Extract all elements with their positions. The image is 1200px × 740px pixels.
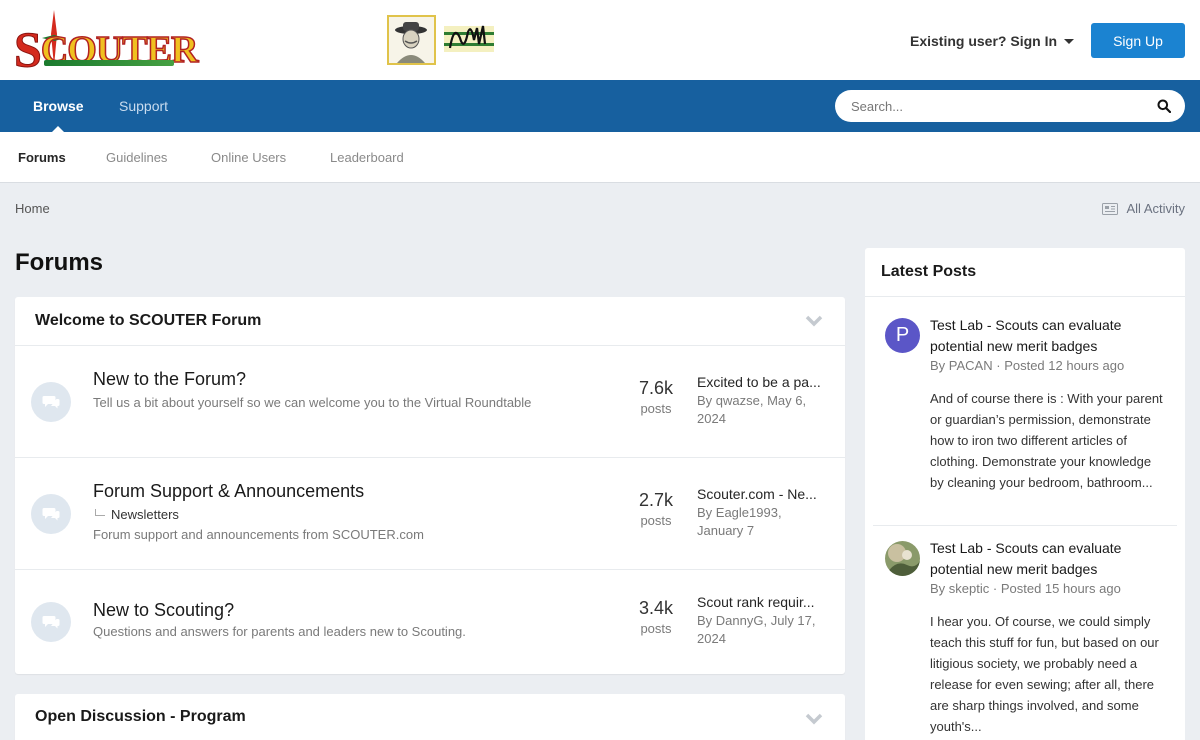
section-header: Open Discussion - Program (15, 694, 845, 740)
subforum-link[interactable]: Newsletters (95, 507, 179, 522)
forum-description: Forum support and announcements from SCO… (93, 527, 424, 542)
forum-description: Tell us a bit about yourself so we can w… (93, 395, 532, 410)
search-box (835, 90, 1185, 122)
forum-post-count: 2.7k posts (638, 490, 674, 528)
post-title[interactable]: Test Lab - Scouts can evaluate potential… (930, 538, 1165, 580)
caret-down-icon (1064, 38, 1075, 44)
site-header: SCOUTER Existing user? Sign In Sign Up (0, 0, 1200, 80)
sign-in-link[interactable]: Existing user? Sign In (910, 33, 1075, 49)
page-title: Forums (15, 249, 104, 276)
subnav-leaderboard[interactable]: Leaderboard (330, 150, 404, 165)
last-post-meta: By qwazse, May 6, 2024 (697, 393, 807, 426)
avatar[interactable]: P (885, 318, 920, 353)
search-icon[interactable] (1157, 99, 1171, 113)
last-post-link[interactable]: Scout rank requir... (697, 594, 833, 610)
forum-row: New to Scouting? Questions and answers f… (15, 570, 845, 674)
chat-bubble-icon (31, 382, 71, 422)
last-post-meta: By Eagle1993, January 7 (697, 505, 782, 538)
post-excerpt: And of course there is : With your paren… (930, 391, 1163, 490)
forum-section-welcome: Welcome to SCOUTER Forum New to the Foru… (15, 297, 845, 674)
sign-in-label: Existing user? Sign In (910, 33, 1058, 49)
chat-bubble-icon (31, 494, 71, 534)
forum-title[interactable]: New to the Forum? (93, 369, 246, 390)
section-title[interactable]: Open Discussion - Program (35, 708, 246, 726)
avatar[interactable] (885, 541, 920, 576)
forum-section-open-discussion: Open Discussion - Program (15, 694, 845, 740)
all-activity-label: All Activity (1126, 201, 1185, 216)
search-input[interactable] (851, 98, 1141, 114)
forum-title[interactable]: New to Scouting? (93, 600, 234, 621)
widget-title: Latest Posts (865, 248, 1185, 297)
sign-up-button[interactable]: Sign Up (1091, 23, 1185, 58)
subnav-guidelines[interactable]: Guidelines (106, 150, 167, 165)
post-author-link[interactable]: PACAN (949, 358, 993, 373)
post-excerpt: I hear you. Of course, we could simply t… (930, 614, 1159, 734)
latest-posts-widget: Latest Posts P Test Lab - Scouts can eva… (865, 248, 1185, 740)
tab-browse[interactable]: Browse (33, 98, 84, 114)
founder-portrait-image (387, 15, 436, 65)
forum-post-count: 7.6k posts (638, 378, 674, 416)
forum-title[interactable]: Forum Support & Announcements (93, 481, 364, 502)
section-header: Welcome to SCOUTER Forum (15, 297, 845, 346)
breadcrumb-home[interactable]: Home (15, 201, 50, 216)
last-post-meta: By DannyG, July 17, 2024 (697, 613, 816, 646)
forum-post-count: 3.4k posts (638, 598, 674, 636)
logo-underline (44, 60, 174, 66)
subforum-label: Newsletters (111, 507, 179, 522)
forum-row: Forum Support & Announcements Newsletter… (15, 458, 845, 570)
forum-last-post: Excited to be a pa... By qwazse, May 6, 2… (697, 374, 833, 428)
secondary-nav: Forums Guidelines Online Users Leaderboa… (0, 132, 1200, 183)
all-activity-link[interactable]: All Activity (1102, 201, 1185, 216)
chevron-down-icon[interactable] (805, 315, 823, 327)
post-author-link[interactable]: skeptic (949, 581, 989, 596)
post-meta: By PACAN · Posted 12 hours ago (930, 358, 1125, 373)
primary-nav: Browse Support (0, 80, 1200, 132)
post-title[interactable]: Test Lab - Scouts can evaluate potential… (930, 315, 1165, 357)
subnav-online-users[interactable]: Online Users (211, 150, 286, 165)
subnav-forums[interactable]: Forums (18, 150, 66, 165)
scouter-logo[interactable]: SCOUTER (14, 10, 199, 78)
forum-last-post: Scouter.com - Ne... By Eagle1993, January… (697, 486, 833, 540)
last-post-link[interactable]: Scouter.com - Ne... (697, 486, 833, 502)
chat-bubble-icon (31, 602, 71, 642)
section-title[interactable]: Welcome to SCOUTER Forum (35, 312, 261, 330)
signature-image (444, 18, 494, 60)
subforum-elbow-icon (95, 509, 105, 516)
post-meta: By skeptic · Posted 15 hours ago (930, 581, 1121, 596)
divider (873, 525, 1177, 526)
activity-feed-icon (1102, 202, 1119, 215)
last-post-link[interactable]: Excited to be a pa... (697, 374, 833, 390)
forum-description: Questions and answers for parents and le… (93, 624, 466, 639)
forum-row: New to the Forum? Tell us a bit about yo… (15, 346, 845, 458)
forum-last-post: Scout rank requir... By DannyG, July 17,… (697, 594, 833, 648)
chevron-down-icon[interactable] (805, 713, 823, 725)
tab-support[interactable]: Support (119, 98, 168, 114)
